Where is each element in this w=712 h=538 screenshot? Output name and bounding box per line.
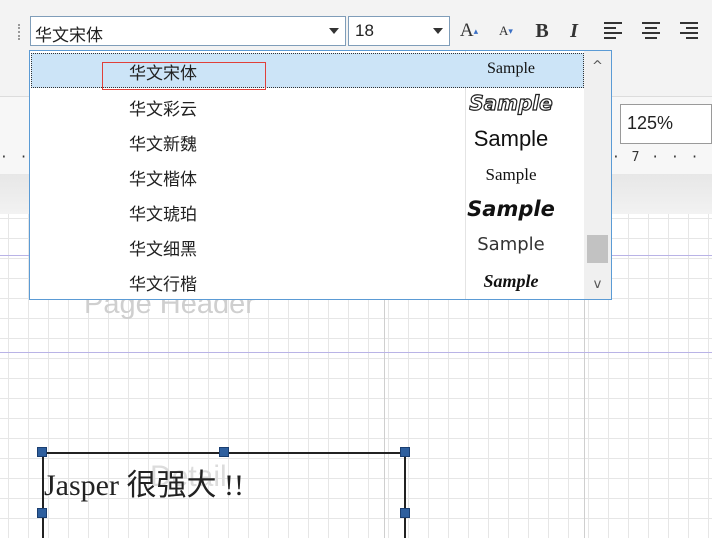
font-item-huawen-caiyun[interactable]: 华文彩云 Sample: [31, 88, 584, 123]
font-item-huawen-xihei[interactable]: 华文细黑 Sample: [31, 228, 584, 263]
align-right-icon[interactable]: [680, 20, 700, 40]
zoom-value: 125%: [627, 113, 674, 133]
resize-handle[interactable]: [400, 447, 410, 457]
font-family-combo[interactable]: 华文宋体: [30, 16, 346, 46]
dropdown-scrollbar[interactable]: ^ v: [584, 51, 611, 299]
resize-handle[interactable]: [400, 508, 410, 518]
font-item-name: 华文新魏: [129, 135, 197, 155]
bold-icon: B: [535, 19, 549, 42]
toolbar-grip[interactable]: [18, 24, 23, 40]
font-family-value: 华文宋体: [35, 26, 103, 46]
italic-button[interactable]: I: [562, 16, 586, 46]
font-item-name: 华文彩云: [129, 100, 197, 120]
static-text-element[interactable]: Jasper 很强大 !!: [42, 452, 406, 538]
chevron-down-icon[interactable]: [329, 28, 339, 34]
italic-icon: I: [570, 19, 578, 42]
resize-handle[interactable]: [37, 508, 47, 518]
font-item-huawen-hupo[interactable]: 华文琥珀 Sample: [31, 193, 584, 228]
bold-button[interactable]: B: [530, 16, 554, 46]
font-item-sample: Sample: [485, 165, 537, 184]
font-size-value: 18: [355, 21, 374, 40]
resize-handle[interactable]: [37, 447, 47, 457]
shrink-font-icon: A: [499, 23, 509, 38]
highlight-annotation-box: [102, 62, 266, 90]
increase-font-size-button[interactable]: A ▴: [456, 16, 482, 46]
font-item-sample: Sample: [487, 60, 535, 77]
ruler-right-marks: · 7 · · · ·: [612, 150, 712, 165]
band-separator[interactable]: [0, 352, 712, 353]
font-item-sample: Sample: [483, 271, 539, 291]
static-text-content: Jasper 很强大 !!: [44, 469, 244, 502]
resize-handle[interactable]: [219, 447, 229, 457]
ruler-left-marks: · ·: [0, 150, 30, 165]
font-item-sample: Sample: [477, 234, 545, 255]
font-list: 华文宋体 Sample 华文彩云 Sample 华文新魏 Sample 华文楷体…: [30, 51, 584, 299]
chevron-down-icon[interactable]: v: [584, 273, 611, 295]
align-left-icon[interactable]: [604, 20, 624, 40]
font-item-name: 华文楷体: [129, 170, 197, 190]
font-item-huawen-kaiti[interactable]: 华文楷体 Sample: [31, 158, 584, 193]
font-item-huawen-xingkai[interactable]: 华文行楷 Sample: [31, 263, 584, 298]
font-item-huawen-xinwei[interactable]: 华文新魏 Sample: [31, 123, 584, 158]
align-center-icon[interactable]: [642, 20, 662, 40]
font-item-sample: Sample: [467, 197, 555, 221]
chevron-down-icon[interactable]: [433, 28, 443, 34]
font-size-combo[interactable]: 18: [348, 16, 450, 46]
font-item-name: 华文细黑: [129, 240, 197, 260]
font-item-name: 华文行楷: [129, 275, 197, 295]
font-family-dropdown[interactable]: 华文宋体 Sample 华文彩云 Sample 华文新魏 Sample 华文楷体…: [29, 50, 612, 300]
zoom-combo[interactable]: 125%: [620, 104, 712, 144]
font-item-sample: Sample: [469, 90, 554, 115]
decrease-font-size-button[interactable]: A ▾: [494, 16, 518, 46]
chevron-up-icon[interactable]: ^: [584, 55, 611, 77]
grow-font-icon: A: [459, 20, 474, 41]
font-item-name: 华文琥珀: [129, 205, 197, 225]
scrollbar-thumb[interactable]: [587, 235, 608, 263]
font-item-sample: Sample: [473, 126, 549, 151]
